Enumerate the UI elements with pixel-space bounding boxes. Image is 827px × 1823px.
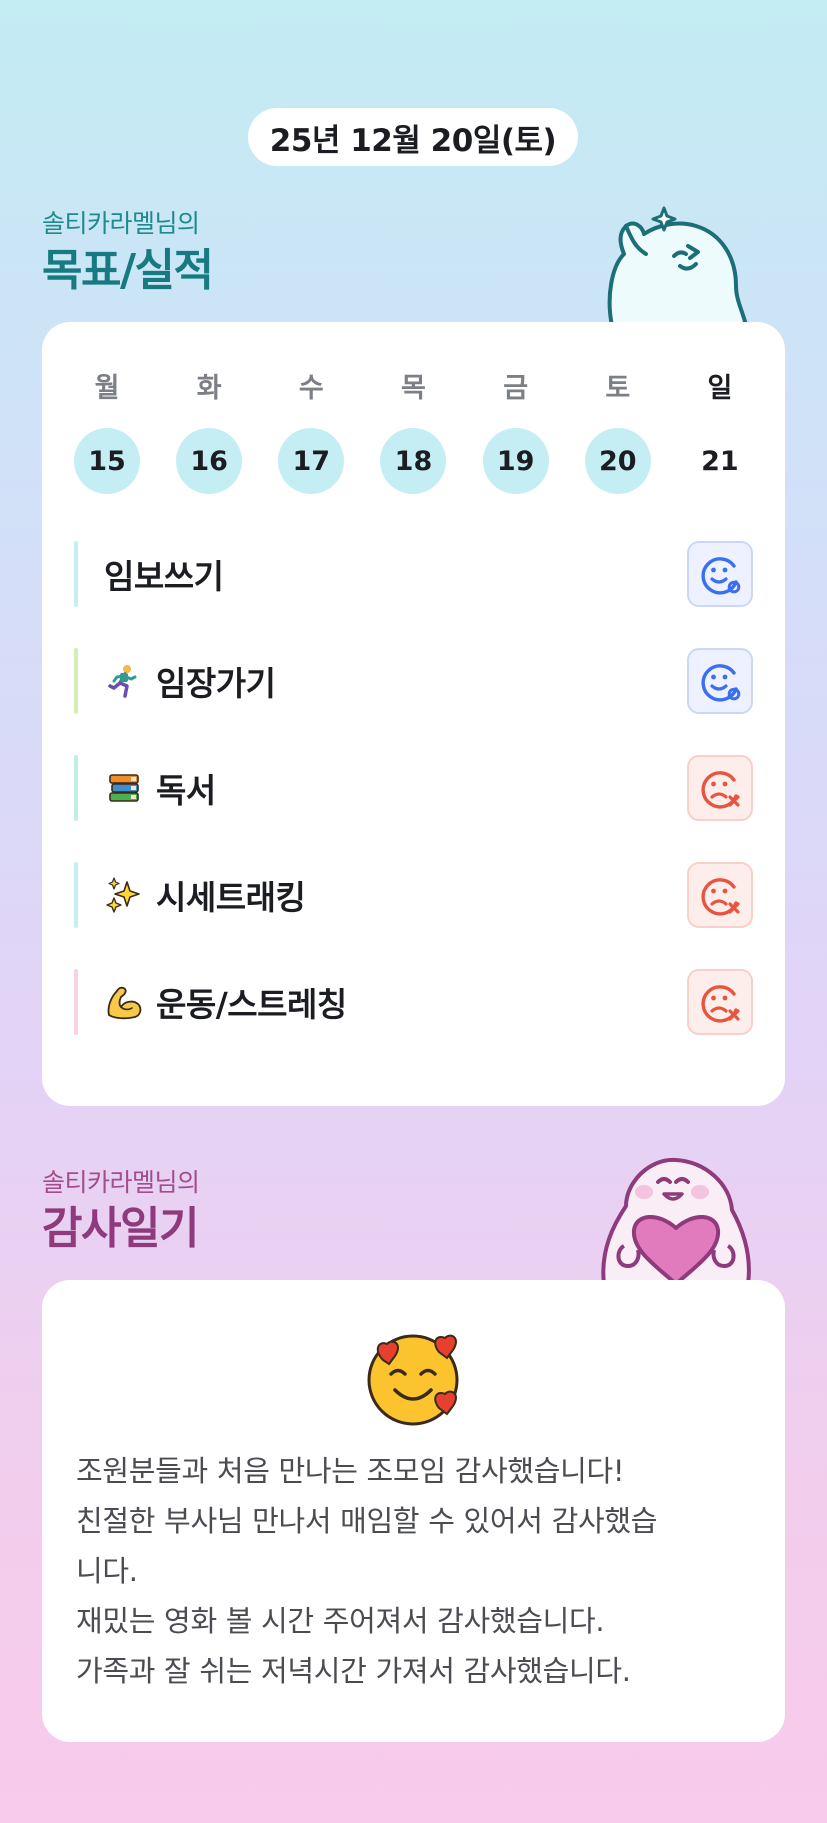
goal-name: 시세트래킹 xyxy=(156,878,306,917)
goal-row: 운동/스트레칭 xyxy=(74,968,753,1036)
day-number: 19 xyxy=(482,428,549,494)
goal-row: 시세트래킹 xyxy=(74,861,753,929)
day-label: 토 xyxy=(605,373,631,404)
day-number: 21 xyxy=(701,445,739,477)
fail-status-button[interactable] xyxy=(687,755,753,821)
day-number: 18 xyxy=(380,428,447,494)
day-label: 수 xyxy=(298,373,324,404)
heart-ghost-mascot-icon xyxy=(601,1157,751,1284)
gratitude-line: 조원분들과 처음 만나는 조모임 감사했습니다! xyxy=(76,1454,625,1488)
goal-row: 임보쓰기 xyxy=(74,540,753,608)
day-label: 화 xyxy=(196,373,222,404)
day-label: 월 xyxy=(94,373,120,404)
day-column[interactable]: 토 20 xyxy=(584,372,651,494)
gratitude-line: 가족과 잘 쉬는 저녁시간 가져서 감사했습니다. xyxy=(76,1654,631,1688)
week-calendar: 월 15 화 16 수 17 목 18 금 19 토 20 일 21 xyxy=(74,372,753,494)
gratitude-text: 조원분들과 처음 만나는 조모임 감사했습니다! 친절한 부사님 만나서 매임할… xyxy=(76,1446,755,1696)
gratitude-title: 감사일기 xyxy=(42,1203,199,1254)
sad-x-icon xyxy=(701,985,740,1023)
goal-color-bar xyxy=(74,755,78,821)
goal-name: 임보쓰기 xyxy=(104,557,224,596)
sad-x-icon xyxy=(701,878,740,916)
smile-check-icon xyxy=(701,664,741,702)
success-status-button[interactable] xyxy=(687,541,753,607)
date-label: 25년 12월 20일(토) xyxy=(269,122,557,159)
sparkles-icon xyxy=(104,875,144,915)
goal-row: 임장가기 xyxy=(74,647,753,715)
day-number: 16 xyxy=(176,428,243,494)
goal-color-bar xyxy=(74,648,78,714)
goals-title: 목표/실적 xyxy=(42,245,214,296)
gratitude-line: 친절한 부사님 만나서 매임할 수 있어서 감사했습 xyxy=(76,1504,658,1538)
goal-name: 운동/스트레칭 xyxy=(156,985,347,1024)
ghost-mascot-icon xyxy=(607,206,748,326)
smiling-face-with-hearts-icon xyxy=(367,1334,459,1426)
goal-row: 독서 xyxy=(74,754,753,822)
day-column[interactable]: 금 19 xyxy=(482,372,549,494)
day-column[interactable]: 목 18 xyxy=(380,372,447,494)
books-icon xyxy=(104,768,144,808)
success-status-button[interactable] xyxy=(687,648,753,714)
goal-color-bar xyxy=(74,862,78,928)
day-number: 20 xyxy=(584,428,651,494)
day-number: 15 xyxy=(74,428,140,494)
day-column[interactable]: 화 16 xyxy=(176,372,243,494)
gratitude-line: 재밌는 영화 볼 시간 주어져서 감사했습니다. xyxy=(76,1604,605,1638)
day-column[interactable]: 월 15 xyxy=(74,372,140,494)
sad-x-icon xyxy=(701,771,740,809)
gratitude-line: 니다. xyxy=(76,1554,138,1588)
flexed-biceps-icon xyxy=(104,982,144,1022)
goal-name: 임장가기 xyxy=(156,664,276,703)
goal-color-bar xyxy=(74,969,78,1035)
day-column[interactable]: 수 17 xyxy=(278,372,345,494)
smile-check-icon xyxy=(701,557,741,595)
day-label: 일 xyxy=(707,373,733,404)
fail-status-button[interactable] xyxy=(687,862,753,928)
gratitude-card: 조원분들과 처음 만나는 조모임 감사했습니다! 친절한 부사님 만나서 매임할… xyxy=(42,1280,785,1742)
date-pill[interactable]: 25년 12월 20일(토) xyxy=(248,108,578,166)
goal-name: 독서 xyxy=(156,771,216,810)
runner-icon xyxy=(104,661,144,701)
fail-status-button[interactable] xyxy=(687,969,753,1035)
day-number: 17 xyxy=(278,428,345,494)
goal-color-bar xyxy=(74,541,78,607)
day-label: 목 xyxy=(401,373,426,404)
goals-card: 월 15 화 16 수 17 목 18 금 19 토 20 일 21 임보쓰기 … xyxy=(42,322,785,1106)
day-label: 금 xyxy=(503,373,529,404)
day-column[interactable]: 일 21 xyxy=(687,372,753,494)
